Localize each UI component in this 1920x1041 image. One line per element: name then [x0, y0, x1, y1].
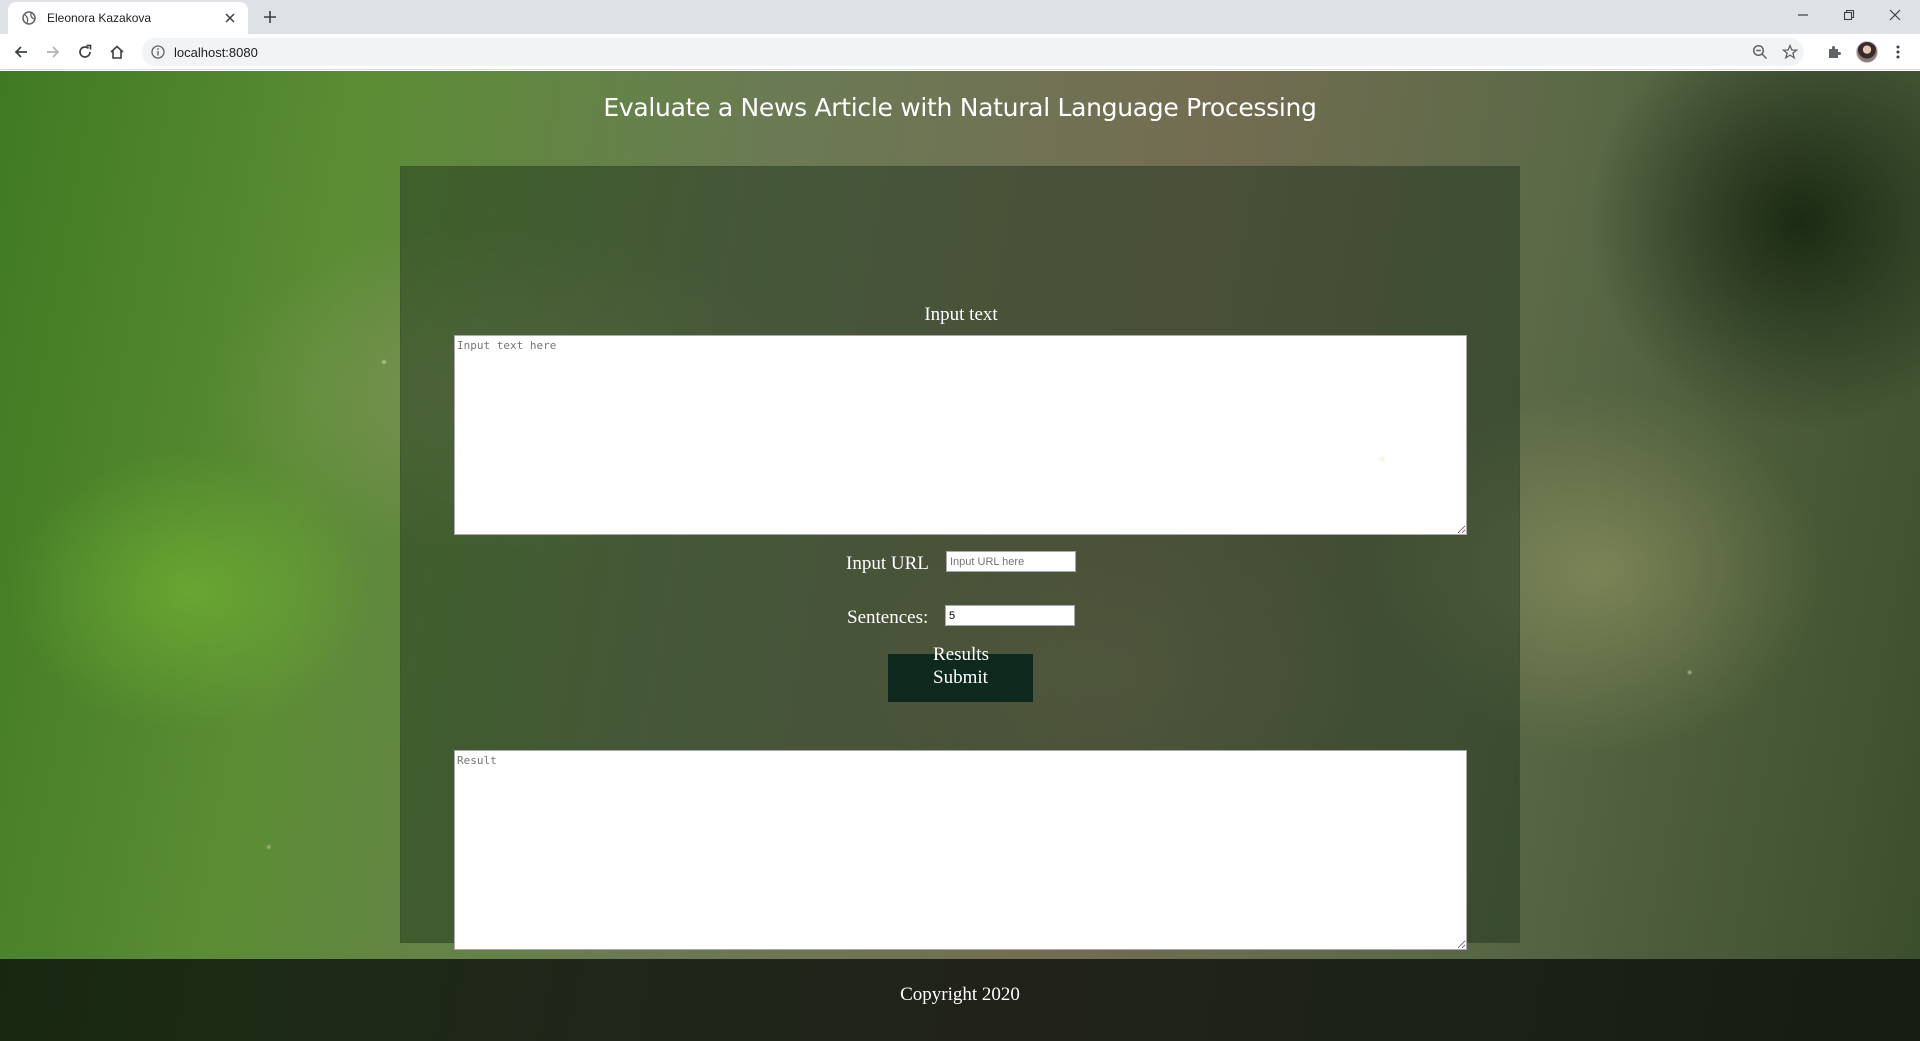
- results-label: Results: [933, 644, 989, 665]
- minimize-icon[interactable]: [1789, 3, 1817, 27]
- result-text-area[interactable]: [454, 750, 1467, 950]
- home-icon[interactable]: [105, 40, 129, 64]
- address-bar[interactable]: localhost:8080: [142, 38, 1804, 66]
- browser-tabstrip: Eleonora Kazakova: [0, 0, 1920, 34]
- avatar[interactable]: [1856, 41, 1878, 63]
- close-icon[interactable]: [1881, 3, 1909, 27]
- footer: Copyright 2020: [0, 959, 1920, 1041]
- reload-icon[interactable]: [73, 40, 97, 64]
- restore-icon[interactable]: [1835, 3, 1863, 27]
- extensions-icon[interactable]: [1822, 40, 1846, 64]
- new-tab-icon[interactable]: [260, 7, 280, 27]
- page-title: Evaluate a News Article with Natural Lan…: [603, 93, 1317, 122]
- star-icon[interactable]: [1780, 42, 1800, 62]
- input-text-area[interactable]: [454, 335, 1467, 535]
- menu-icon[interactable]: [1886, 40, 1910, 64]
- form-panel: Input text Input URL Sentences: Submit R…: [400, 166, 1520, 950]
- browser-toolbar: localhost:8080: [0, 34, 1920, 70]
- close-tab-icon[interactable]: [220, 8, 240, 28]
- info-icon[interactable]: [150, 44, 166, 60]
- url-input[interactable]: [946, 551, 1076, 572]
- forward-icon[interactable]: [41, 40, 65, 64]
- page-viewport: Evaluate a News Article with Natural Lan…: [0, 71, 1920, 1041]
- copyright-text: Copyright 2020: [900, 984, 1020, 1005]
- tab-title: Eleonora Kazakova: [47, 11, 152, 25]
- address-url: localhost:8080: [174, 45, 258, 60]
- sentences-label: Sentences:: [847, 607, 929, 628]
- back-icon[interactable]: [9, 40, 33, 64]
- input-text-label: Input text: [924, 304, 998, 325]
- globe-icon: [21, 10, 37, 26]
- sentences-input[interactable]: [945, 605, 1075, 626]
- zoom-icon[interactable]: [1750, 42, 1770, 62]
- browser-tab[interactable]: Eleonora Kazakova: [8, 2, 248, 34]
- input-url-label: Input URL: [846, 553, 929, 574]
